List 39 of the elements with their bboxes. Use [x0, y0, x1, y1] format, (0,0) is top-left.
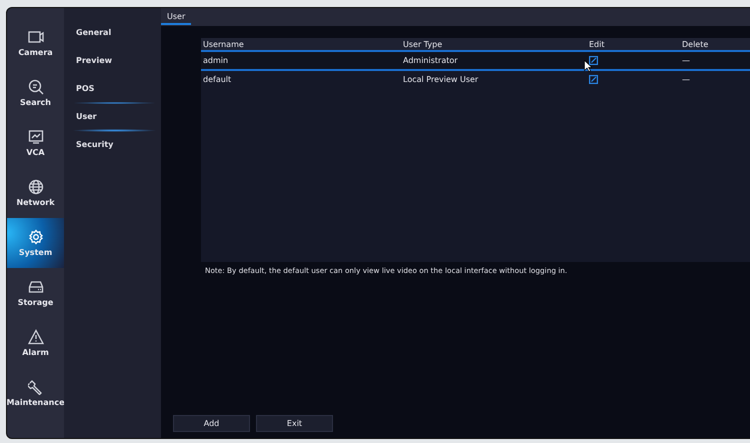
submenu-item[interactable]: Preview	[76, 46, 161, 74]
wrench-icon	[28, 379, 44, 395]
nav-item[interactable]: Storage	[7, 268, 64, 318]
action-button[interactable]: Add	[173, 415, 250, 432]
edit-icon[interactable]	[589, 56, 598, 65]
nav-item[interactable]: Alarm	[7, 318, 64, 368]
username-cell-text: default	[202, 75, 232, 84]
user-type-cell-text: Local Preview User	[402, 75, 478, 84]
column-header: Username	[202, 40, 244, 48]
mouse-pointer-icon	[584, 60, 592, 72]
monitor-icon	[28, 129, 44, 145]
hard-drive-icon	[28, 279, 44, 295]
action-button[interactable]: Exit	[256, 415, 333, 432]
delete-cell-text: —	[681, 56, 690, 65]
column-header: User Type	[402, 40, 442, 48]
search-icon	[28, 79, 44, 95]
tab[interactable]: User	[161, 12, 192, 25]
table-row[interactable]: admin Administrator —	[201, 52, 750, 71]
submenu-item[interactable]: General	[76, 18, 161, 46]
globe-icon	[28, 179, 44, 195]
delete-cell-text: —	[681, 75, 690, 84]
nav-item[interactable]: Maintenance	[7, 368, 64, 418]
submenu-item[interactable]: User	[76, 102, 161, 130]
nav-item[interactable]: Search	[7, 68, 64, 118]
nav-item[interactable]: VCA	[7, 118, 64, 168]
nav-item[interactable]: System	[7, 218, 64, 268]
edit-icon[interactable]	[589, 75, 598, 84]
nav-item[interactable]: Camera	[7, 18, 64, 68]
username-cell-text: admin	[202, 56, 228, 65]
nav-item[interactable]: Network	[7, 168, 64, 218]
camera-icon	[28, 29, 44, 45]
submenu-item[interactable]: POS	[76, 74, 161, 102]
submenu-item[interactable]: Security	[76, 130, 161, 158]
warning-icon	[28, 329, 44, 345]
column-header: Delete	[681, 40, 708, 48]
user-type-cell-text: Administrator	[402, 56, 458, 65]
column-header: Edit	[588, 40, 604, 48]
settings-icon	[28, 229, 44, 245]
table-row[interactable]: default Local Preview User —	[201, 71, 750, 90]
